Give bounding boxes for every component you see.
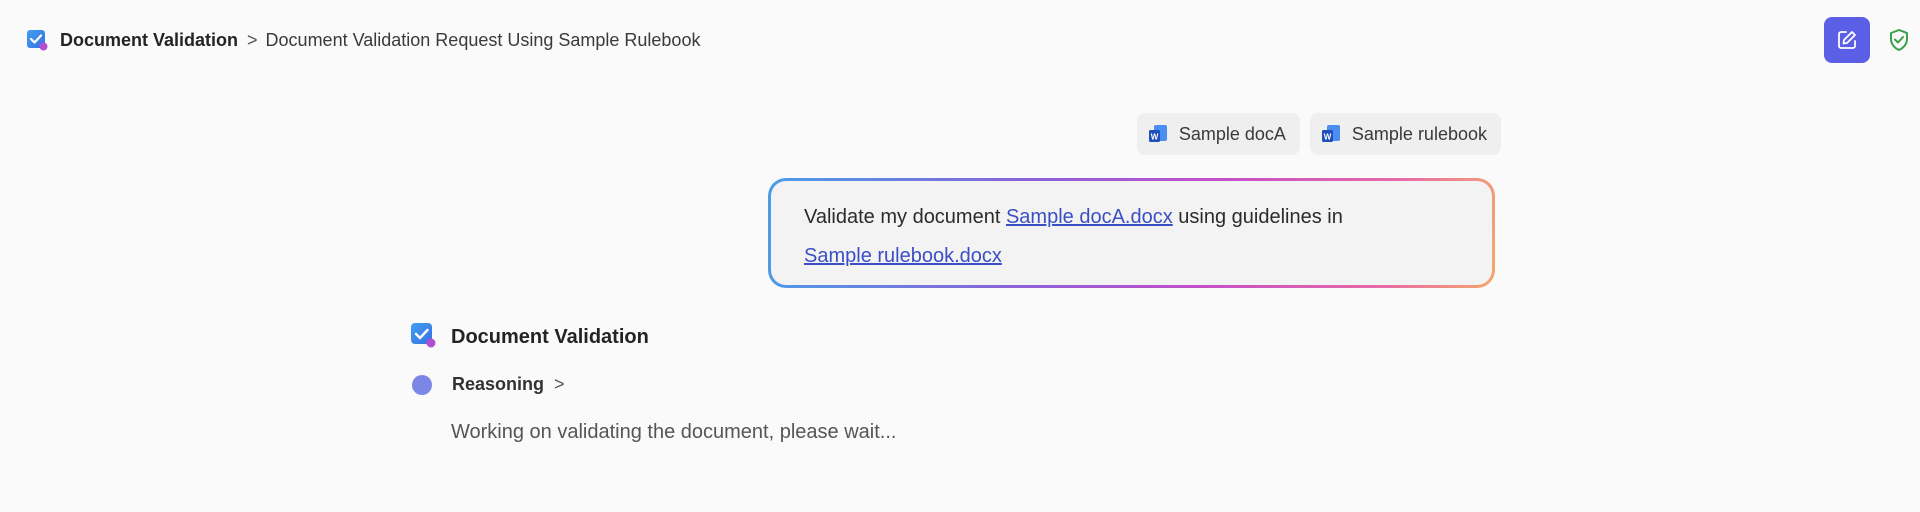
reasoning-toggle[interactable]: Reasoning > (412, 374, 565, 395)
attachment-chip[interactable]: W Sample rulebook (1309, 113, 1501, 155)
document-validation-app-icon (26, 29, 48, 51)
user-prompt-text: Validate my document Sample docA.docx us… (771, 181, 1492, 285)
breadcrumb-current: Document Validation Request Using Sample… (265, 29, 701, 50)
new-chat-button[interactable] (1824, 17, 1870, 63)
word-file-icon: W (1147, 123, 1169, 145)
header-bar: Document Validation > Document Validatio… (0, 0, 1920, 80)
attachment-label: Sample docA (1178, 123, 1286, 144)
attachment-chip[interactable]: W Sample docA (1136, 113, 1300, 155)
breadcrumb-root[interactable]: Document Validation (60, 30, 238, 51)
chat-page: Document Validation > Document Validatio… (0, 0, 1920, 512)
prompt-text-before: Validate my document (804, 206, 1006, 228)
shield-check-icon[interactable] (1887, 27, 1911, 53)
user-prompt-bubble: Validate my document Sample docA.docx us… (768, 178, 1495, 288)
sample-rulebook-link[interactable]: Sample rulebook.docx (804, 245, 1002, 267)
chevron-right-icon: > (554, 374, 565, 394)
attachment-list: W Sample docA W Sample rulebook (1136, 113, 1501, 155)
svg-text:W: W (1324, 133, 1332, 142)
breadcrumb-separator: > (247, 29, 258, 50)
reasoning-label: Reasoning (452, 374, 545, 394)
status-message: Working on validating the document, plea… (451, 421, 897, 443)
document-validation-agent-icon (410, 322, 436, 353)
breadcrumb: Document Validation > Document Validatio… (26, 28, 700, 52)
progress-dot-icon (412, 374, 432, 395)
sample-doca-link[interactable]: Sample docA.docx (1006, 206, 1173, 228)
new-chat-icon (1838, 31, 1856, 49)
agent-name: Document Validation (451, 326, 649, 348)
svg-text:W: W (1151, 133, 1159, 142)
agent-response-header: Document Validation (410, 322, 649, 353)
prompt-text-middle: using guidelines in (1172, 206, 1343, 228)
word-file-icon: W (1320, 123, 1342, 145)
attachment-label: Sample rulebook (1351, 123, 1487, 144)
